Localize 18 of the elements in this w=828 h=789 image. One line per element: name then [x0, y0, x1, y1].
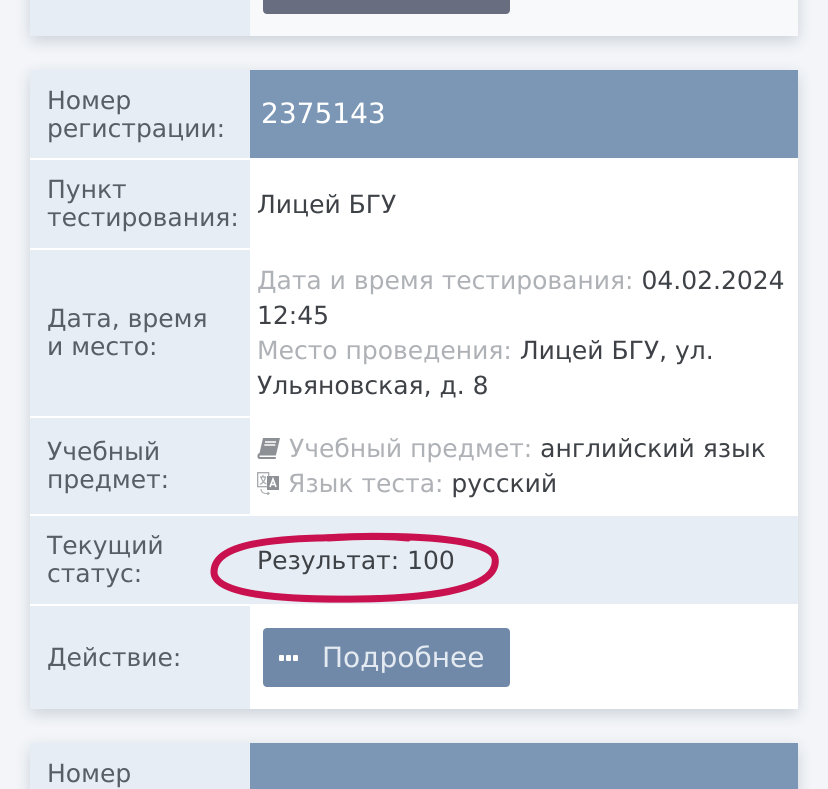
test-center-name: Лицей БГУ — [257, 188, 396, 220]
result-text: Результат: 100 — [257, 544, 455, 576]
translate-icon — [257, 472, 279, 495]
test-location-text: Место проведения: Лицей БГУ, ул. Ульяновская, д. 8 — [257, 335, 715, 402]
field-label: Номер регистрации: — [30, 70, 250, 158]
action-button[interactable]: Подробнее — [263, 628, 510, 687]
test-language-text: Язык теста: русский — [288, 468, 558, 500]
ellipsis-icon — [279, 654, 298, 660]
field-label: Дата, время и место: — [30, 250, 250, 416]
field-label: Пункт тестирования: — [30, 160, 250, 248]
subject-text: Учебный предмет: английский язык — [289, 433, 766, 465]
book-icon — [257, 438, 280, 459]
field-label: Учебный предмет: — [30, 418, 250, 514]
field-label: Действие: — [30, 606, 250, 709]
test-datetime-text: Дата и время тестирования: 04.02.2024 12:45 — [257, 265, 786, 332]
field-label: Текущий статус: — [30, 516, 250, 604]
field-label: Номер — [30, 743, 250, 789]
registration-number: 2375143 — [250, 70, 798, 158]
